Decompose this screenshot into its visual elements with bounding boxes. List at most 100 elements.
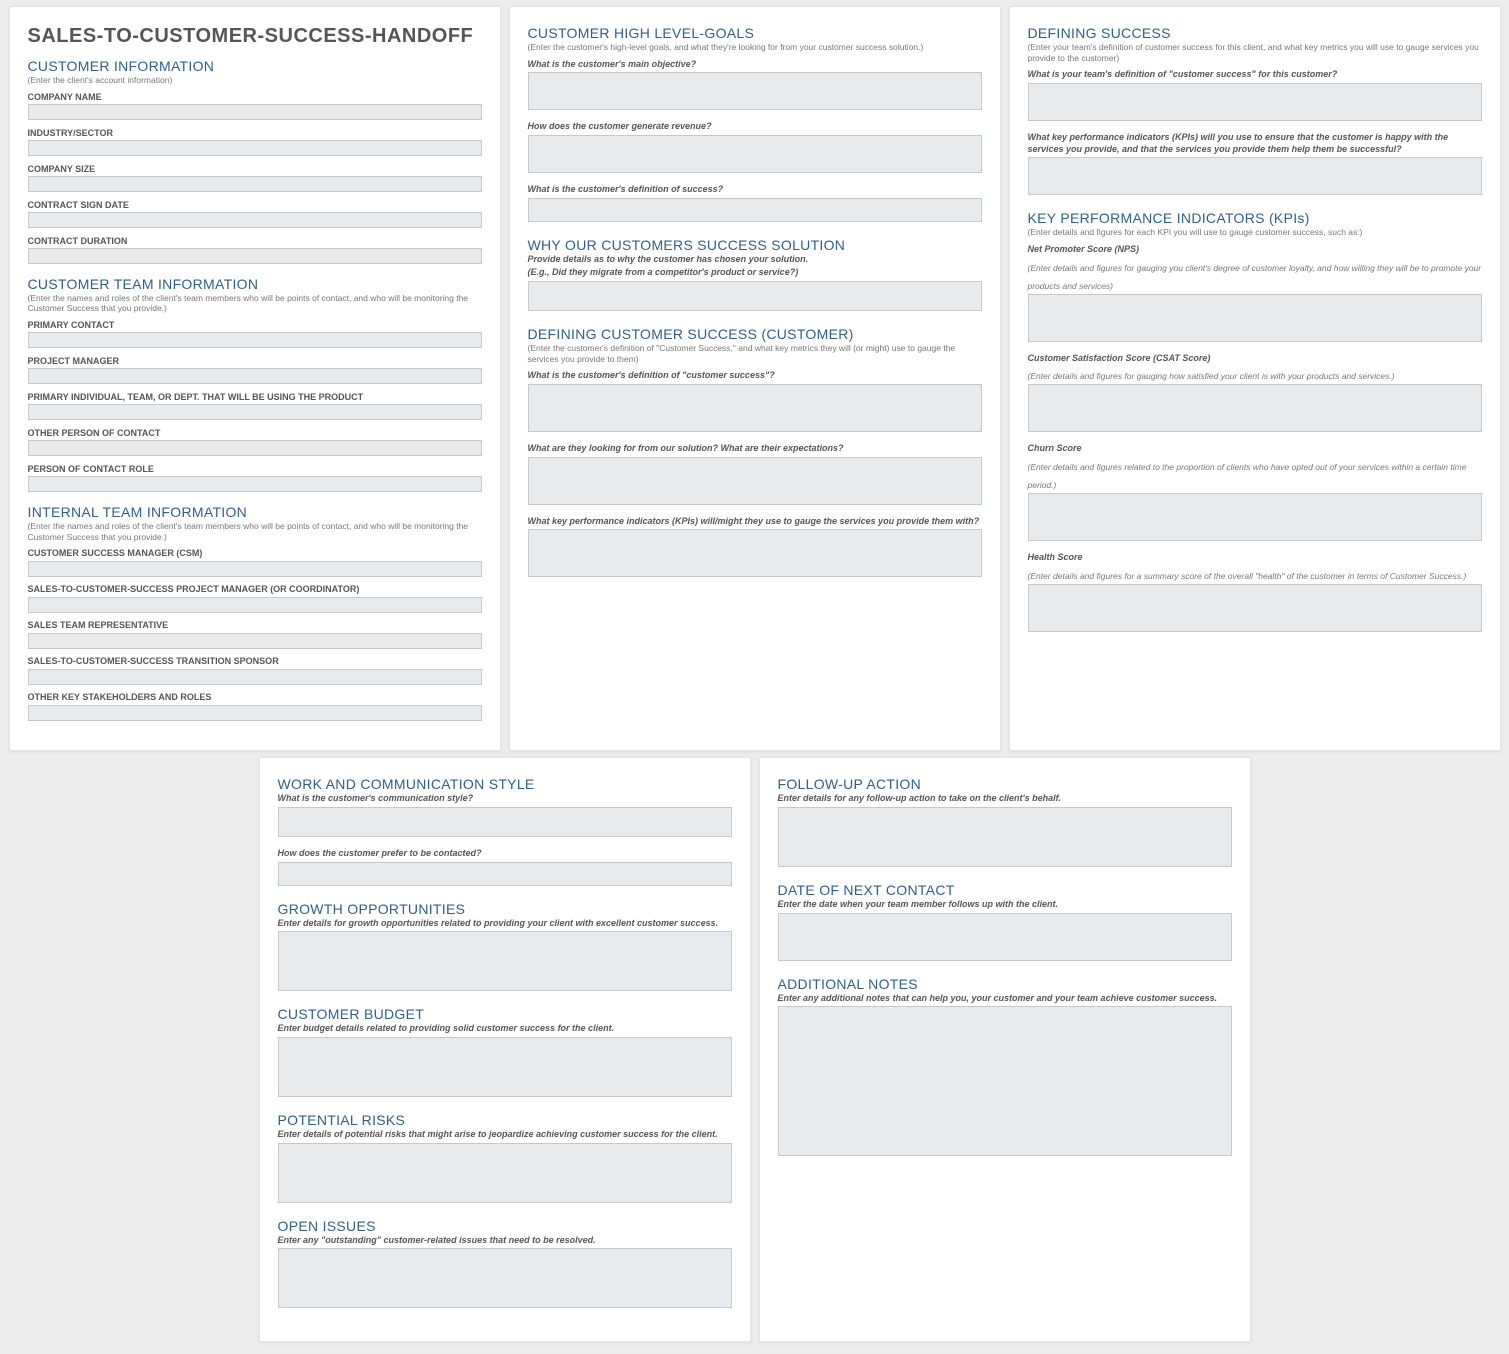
card-goals: CUSTOMER HIGH LEVEL-GOALS (Enter the cus… (509, 6, 1001, 751)
sec-def-cs-customer-sub: (Enter the customer's definition of "Cus… (528, 343, 982, 364)
sec-risks: POTENTIAL RISKS (278, 1112, 732, 1128)
ta-notes[interactable] (778, 1006, 1232, 1156)
ta-churn[interactable] (1028, 493, 1482, 541)
ta-growth[interactable] (278, 931, 732, 991)
ta-health[interactable] (1028, 584, 1482, 632)
sec-high-goals: CUSTOMER HIGH LEVEL-GOALS (528, 25, 982, 41)
q-growth: Enter details for growth opportunities r… (278, 918, 732, 930)
sec-growth: GROWTH OPPORTUNITIES (278, 901, 732, 917)
ta-nps[interactable] (1028, 294, 1482, 342)
sec-def-cs-customer: DEFINING CUSTOMER SUCCESS (CUSTOMER) (528, 326, 982, 342)
lbl-industry: INDUSTRY/SECTOR (28, 128, 482, 138)
sec-def-success: DEFINING SUCCESS (1028, 25, 1482, 41)
sec-customer-team-sub: (Enter the names and roles of the client… (28, 293, 482, 314)
kpi-health-title: Health Score (1028, 552, 1482, 564)
kpi-csat-sub: (Enter details and figures for gauging h… (1028, 371, 1395, 381)
ta-main-objective[interactable] (528, 72, 982, 110)
q-notes: Enter any additional notes that can help… (778, 993, 1232, 1005)
kpi-health-sub: (Enter details and figures for a summary… (1028, 571, 1467, 581)
q-budget: Enter budget details related to providin… (278, 1023, 732, 1035)
ta-cs-def[interactable] (528, 384, 982, 432)
input-other-contact[interactable] (28, 440, 482, 456)
card-work-comm: WORK AND COMMUNICATION STYLE What is the… (259, 757, 751, 1342)
q-expectations: What are they looking for from our solut… (528, 443, 982, 455)
q-why-line2: (E.g., Did they migrate from a competito… (528, 267, 982, 279)
sec-def-success-sub: (Enter your team's definition of custome… (1028, 42, 1482, 63)
input-csm[interactable] (28, 561, 482, 577)
kpi-churn-title: Churn Score (1028, 443, 1482, 455)
ta-followup[interactable] (778, 807, 1232, 867)
q-team-kpis: What key performance indicators (KPIs) w… (1028, 132, 1482, 155)
ta-def-success[interactable] (528, 198, 982, 222)
lbl-transition-sponsor: SALES-TO-CUSTOMER-SUCCESS TRANSITION SPO… (28, 656, 482, 666)
sec-high-goals-sub: (Enter the customer's high-level goals, … (528, 42, 982, 53)
sec-budget: CUSTOMER BUDGET (278, 1006, 732, 1022)
q-contact-pref: How does the customer prefer to be conta… (278, 848, 732, 860)
ta-contact-pref[interactable] (278, 862, 732, 886)
input-primary-individual[interactable] (28, 404, 482, 420)
input-industry[interactable] (28, 140, 482, 156)
kpi-nps-title: Net Promoter Score (NPS) (1028, 244, 1482, 256)
kpi-nps-sub: (Enter details and figures for gauging y… (1028, 263, 1482, 291)
sec-work-comm: WORK AND COMMUNICATION STYLE (278, 776, 732, 792)
input-project-manager[interactable] (28, 368, 482, 384)
input-contract-duration[interactable] (28, 248, 482, 264)
q-team-def: What is your team's definition of "custo… (1028, 69, 1482, 81)
q-def-success: What is the customer's definition of suc… (528, 184, 982, 196)
lbl-other-contact: OTHER PERSON OF CONTACT (28, 428, 482, 438)
lbl-other-stakeholders: OTHER KEY STAKEHOLDERS AND ROLES (28, 692, 482, 702)
sec-customer-information-sub: (Enter the client's account information) (28, 75, 482, 86)
q-main-objective: What is the customer's main objective? (528, 59, 982, 71)
input-primary-contact[interactable] (28, 332, 482, 348)
lbl-company-size: COMPANY SIZE (28, 164, 482, 174)
sec-open-issues: OPEN ISSUES (278, 1218, 732, 1234)
lbl-primary-contact: PRIMARY CONTACT (28, 320, 482, 330)
ta-revenue[interactable] (528, 135, 982, 173)
lbl-contract-date: CONTRACT SIGN DATE (28, 200, 482, 210)
ta-open-issues[interactable] (278, 1248, 732, 1308)
lbl-project-manager: PROJECT MANAGER (28, 356, 482, 366)
lbl-contract-duration: CONTRACT DURATION (28, 236, 482, 246)
lbl-sales-rep: SALES TEAM REPRESENTATIVE (28, 620, 482, 630)
input-sales-rep[interactable] (28, 633, 482, 649)
q-revenue: How does the customer generate revenue? (528, 121, 982, 133)
ta-why-solution[interactable] (528, 281, 982, 311)
sec-kpis-sub: (Enter details and figures for each KPI … (1028, 227, 1482, 238)
q-risks: Enter details of potential risks that mi… (278, 1129, 732, 1141)
lbl-contact-role: PERSON OF CONTACT ROLE (28, 464, 482, 474)
lbl-primary-individual: PRIMARY INDIVIDUAL, TEAM, OR DEPT. THAT … (28, 392, 482, 402)
kpi-churn-sub: (Enter details and figures related to th… (1028, 462, 1467, 490)
input-company-name[interactable] (28, 104, 482, 120)
card-followup: FOLLOW-UP ACTION Enter details for any f… (759, 757, 1251, 1342)
main-title: SALES-TO-CUSTOMER-SUCCESS-HANDOFF (28, 25, 482, 48)
lbl-pm-coord: SALES-TO-CUSTOMER-SUCCESS PROJECT MANAGE… (28, 584, 482, 594)
ta-expectations[interactable] (528, 457, 982, 505)
ta-budget[interactable] (278, 1037, 732, 1097)
input-contact-role[interactable] (28, 476, 482, 492)
ta-team-def[interactable] (1028, 83, 1482, 121)
input-transition-sponsor[interactable] (28, 669, 482, 685)
q-next-contact: Enter the date when your team member fol… (778, 899, 1232, 911)
sec-notes: ADDITIONAL NOTES (778, 976, 1232, 992)
q-comm-style: What is the customer's communication sty… (278, 793, 732, 805)
ta-team-kpis[interactable] (1028, 157, 1482, 195)
input-contract-date[interactable] (28, 212, 482, 228)
q-kpis-customer: What key performance indicators (KPIs) w… (528, 516, 982, 528)
ta-csat[interactable] (1028, 384, 1482, 432)
kpi-csat-title: Customer Satisfaction Score (CSAT Score) (1028, 353, 1482, 365)
input-company-size[interactable] (28, 176, 482, 192)
sec-internal-team-sub: (Enter the names and roles of the client… (28, 521, 482, 542)
ta-next-contact[interactable] (778, 913, 1232, 961)
q-cs-def: What is the customer's definition of "cu… (528, 370, 982, 382)
q-why-line1: Provide details as to why the customer h… (528, 254, 982, 266)
sec-internal-team: INTERNAL TEAM INFORMATION (28, 504, 482, 520)
ta-comm-style[interactable] (278, 807, 732, 837)
ta-risks[interactable] (278, 1143, 732, 1203)
ta-kpis-customer[interactable] (528, 529, 982, 577)
input-pm-coord[interactable] (28, 597, 482, 613)
sec-next-contact: DATE OF NEXT CONTACT (778, 882, 1232, 898)
lbl-company-name: COMPANY NAME (28, 92, 482, 102)
sec-followup: FOLLOW-UP ACTION (778, 776, 1232, 792)
lbl-csm: CUSTOMER SUCCESS MANAGER (CSM) (28, 548, 482, 558)
input-other-stakeholders[interactable] (28, 705, 482, 721)
